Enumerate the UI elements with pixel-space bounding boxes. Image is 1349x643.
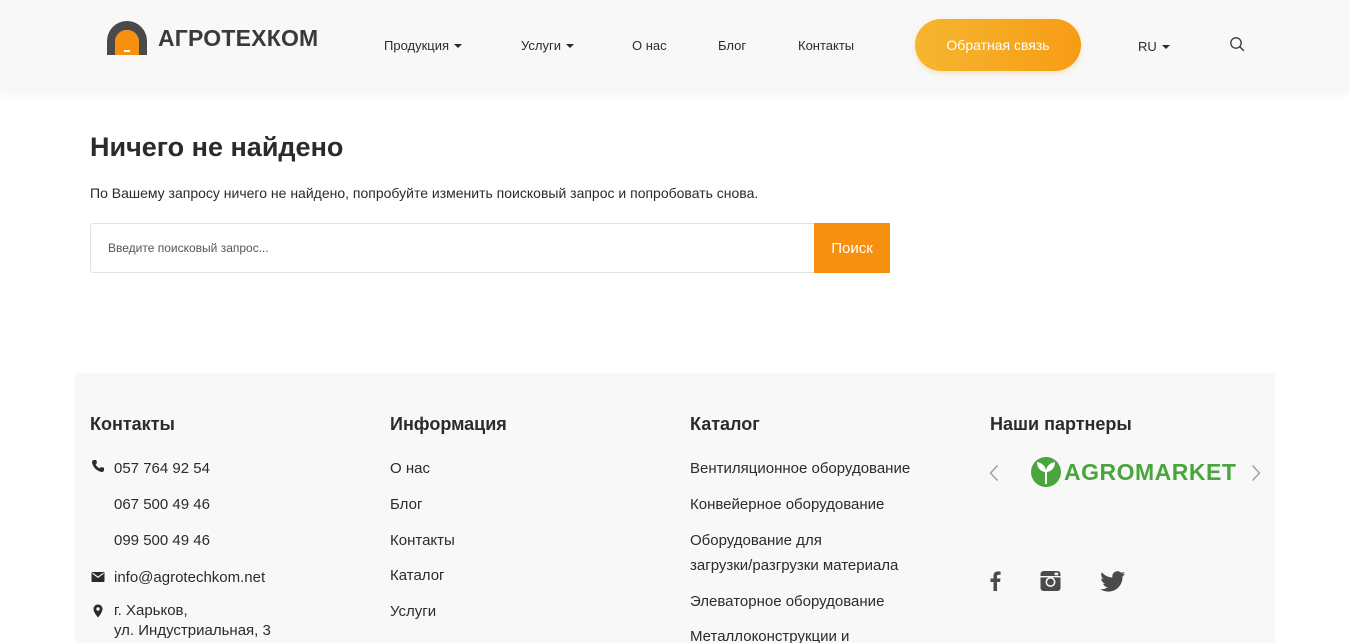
language-selector[interactable]: RU bbox=[1138, 39, 1170, 54]
twitter-icon[interactable] bbox=[1100, 571, 1126, 592]
site-logo[interactable]: АГРОТЕХКОМ bbox=[104, 20, 318, 56]
nav-blog-label: Блог bbox=[718, 38, 747, 53]
footer-link-contacts[interactable]: Контакты bbox=[390, 528, 455, 553]
feedback-button[interactable]: Обратная связь bbox=[915, 19, 1081, 71]
footer-partners-title: Наши партнеры bbox=[990, 414, 1132, 434]
footer-link-blog[interactable]: Блог bbox=[390, 492, 422, 517]
footer-contacts-title: Контакты bbox=[90, 414, 175, 434]
chevron-left-icon[interactable] bbox=[989, 464, 999, 482]
logo-text: АГРОТЕХКОМ bbox=[158, 24, 319, 51]
contact-phone-1[interactable]: 057 764 92 54 bbox=[114, 456, 210, 481]
contact-address-line2: ул. Индустриальная, 3 bbox=[114, 622, 271, 639]
footer-link-about[interactable]: О нас bbox=[390, 456, 430, 481]
catalog-link-elevator[interactable]: Элеваторное оборудование bbox=[690, 589, 884, 614]
location-icon bbox=[93, 604, 103, 618]
search-input[interactable] bbox=[90, 223, 814, 273]
nav-blog[interactable]: Блог bbox=[718, 38, 746, 53]
partner-logo-agromarket[interactable]: AGROMARKET bbox=[1030, 456, 1236, 488]
catalog-link-ventilation[interactable]: Вентиляционное оборудование bbox=[690, 456, 910, 481]
nav-products[interactable]: Продукция bbox=[384, 38, 463, 53]
no-results-text: По Вашему запросу ничего не найдено, поп… bbox=[90, 185, 759, 201]
chevron-right-icon[interactable] bbox=[1251, 464, 1261, 482]
chevron-down-icon bbox=[565, 44, 574, 48]
site-header: АГРОТЕХКОМ Продукция Услуги О нас Блог К… bbox=[0, 0, 1349, 92]
chevron-down-icon bbox=[1161, 45, 1170, 49]
page-title: Ничего не найдено bbox=[90, 132, 344, 162]
nav-about[interactable]: О нас bbox=[632, 38, 667, 53]
nav-services-label: Услуги bbox=[521, 38, 561, 53]
site-footer: Контакты 057 764 92 54 067 500 49 46 099… bbox=[75, 373, 1275, 643]
nav-contacts[interactable]: Контакты bbox=[798, 38, 854, 53]
phone-icon bbox=[92, 460, 104, 472]
nav-products-label: Продукция bbox=[384, 38, 450, 53]
email-icon bbox=[91, 572, 105, 582]
partner-name: AGROMARKET bbox=[1064, 458, 1237, 485]
contact-phone-3[interactable]: 099 500 49 46 bbox=[114, 528, 210, 553]
footer-link-services[interactable]: Услуги bbox=[390, 599, 436, 624]
search-icon[interactable] bbox=[1229, 36, 1245, 52]
catalog-link-loading-line1[interactable]: Оборудование для bbox=[690, 528, 822, 553]
nav-services[interactable]: Услуги bbox=[521, 38, 574, 53]
contact-phone-2[interactable]: 067 500 49 46 bbox=[114, 492, 210, 517]
nav-contacts-label: Контакты bbox=[798, 38, 855, 53]
facebook-icon[interactable] bbox=[988, 571, 1002, 591]
contact-email[interactable]: info@agrotechkom.net bbox=[114, 565, 265, 590]
footer-catalog-title: Каталог bbox=[690, 414, 760, 434]
catalog-link-metal[interactable]: Металлоконструкции и bbox=[690, 624, 849, 643]
search-button[interactable]: Поиск bbox=[814, 223, 890, 273]
search-form: Поиск bbox=[90, 223, 890, 273]
nav-about-label: О нас bbox=[632, 38, 667, 53]
catalog-link-conveyor[interactable]: Конвейерное оборудование bbox=[690, 492, 884, 517]
chevron-down-icon bbox=[454, 44, 463, 48]
feedback-button-label: Обратная связь bbox=[946, 37, 1050, 53]
footer-info-title: Информация bbox=[390, 414, 507, 434]
logo-icon bbox=[107, 21, 147, 55]
leaf-icon bbox=[1031, 457, 1061, 487]
language-label: RU bbox=[1138, 39, 1157, 54]
instagram-icon[interactable] bbox=[1040, 571, 1061, 591]
catalog-link-loading-line2[interactable]: загрузки/разгрузки материала bbox=[690, 553, 898, 578]
footer-link-catalog[interactable]: Каталог bbox=[390, 563, 445, 588]
